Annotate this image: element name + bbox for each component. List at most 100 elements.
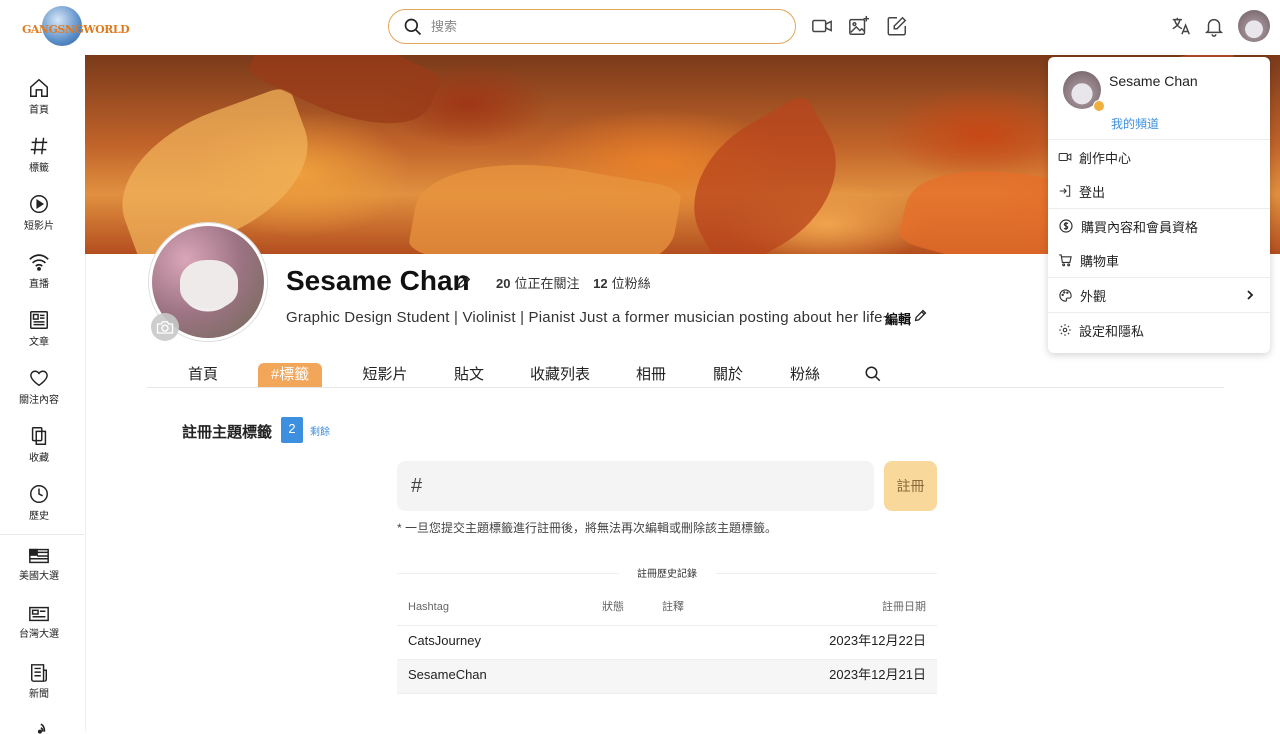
collection-icon (31, 427, 47, 445)
date-cell: 2023年12月21日 (829, 667, 926, 682)
register-hashtag-title: 註冊主題標籤 (182, 424, 273, 441)
column-header-note: 註釋 (662, 601, 684, 613)
tab-shorts[interactable]: 短影片 (353, 363, 417, 387)
compose-icon[interactable] (886, 15, 908, 37)
sidebar-item-label: 直播 (29, 279, 49, 290)
sidebar-item-label: 歷史 (29, 511, 49, 522)
sidebar-item-history[interactable]: 歷史 (0, 483, 78, 522)
search-bar[interactable] (388, 9, 796, 44)
sidebar-item-articles[interactable]: 文章 (0, 309, 78, 348)
tab-hashtags[interactable]: #標籤 (258, 363, 322, 387)
hashtag-input[interactable] (430, 477, 851, 495)
menu-divider (1048, 277, 1270, 278)
followers-label[interactable]: 位粉絲 (612, 276, 651, 291)
table-header-row: Hashtag 狀態 註釋 註冊日期 (397, 592, 937, 626)
top-bar: GANGSNGWORLD (0, 0, 1280, 55)
flag-icon (29, 548, 49, 564)
sidebar-item-label: 關注內容 (19, 395, 59, 406)
sidebar-item-podcast[interactable] (0, 720, 78, 734)
column-header-status: 狀態 (602, 601, 624, 613)
sidebar-item-tw-election[interactable]: 台灣大選 (0, 605, 78, 640)
my-channel-link[interactable]: 我的頻道 (1111, 115, 1159, 132)
tab-fans[interactable]: 粉絲 (781, 363, 829, 387)
hash-prefix: # (411, 474, 423, 497)
menu-item-creator-center[interactable]: 創作中心 (1058, 147, 1263, 167)
video-camera-icon[interactable] (811, 15, 833, 37)
menu-item-appearance[interactable]: 外觀 (1058, 285, 1263, 305)
broadcast-icon (37, 723, 46, 734)
sidebar: 首頁 標籤 短影片 直播 文章 關注內容 收藏 歷史 美國大選 台灣大選 新聞 (0, 55, 84, 734)
news-icon (31, 664, 47, 682)
wifi-icon (29, 254, 49, 271)
menu-item-logout[interactable]: 登出 (1058, 181, 1263, 201)
menu-divider (1048, 208, 1270, 209)
sidebar-item-us-election[interactable]: 美國大選 (0, 547, 78, 582)
translate-icon[interactable] (1170, 15, 1192, 37)
menu-user-name: Sesame Chan (1109, 73, 1198, 89)
hashtag-cell: SesameChan (408, 667, 487, 682)
sidebar-item-tags[interactable]: 標籤 (0, 135, 78, 174)
add-image-icon[interactable] (848, 15, 870, 37)
chevron-right-icon[interactable] (1245, 289, 1255, 301)
sidebar-item-label: 台灣大選 (19, 629, 59, 640)
sidebar-item-news[interactable]: 新聞 (0, 663, 78, 700)
banner-leaf (665, 93, 865, 254)
bell-icon[interactable] (1203, 15, 1225, 37)
following-count: 20 (496, 276, 511, 291)
following-label[interactable]: 位正在關注 (514, 276, 579, 291)
ballot-icon (29, 606, 49, 622)
search-icon (404, 18, 422, 35)
sidebar-divider (0, 534, 84, 535)
change-avatar-button[interactable] (151, 313, 179, 341)
sidebar-item-collections[interactable]: 收藏 (0, 425, 78, 464)
menu-item-label: 創作中心 (1079, 150, 1132, 166)
sidebar-item-label: 新聞 (29, 689, 49, 700)
sidebar-item-live[interactable]: 直播 (0, 251, 78, 290)
hashtag-input-box[interactable]: # (397, 461, 874, 511)
history-table: Hashtag 狀態 註釋 註冊日期 CatsJourney 2023年12月2… (397, 592, 937, 694)
column-header-hashtag: Hashtag (408, 601, 449, 613)
edit-bio-button[interactable]: 編輯 (885, 309, 911, 328)
follow-stats: 20 位正在關注 12 位粉絲 (496, 273, 651, 292)
table-row: SesameChan 2023年12月21日 (397, 660, 937, 694)
sidebar-item-label: 標籤 (29, 163, 49, 174)
user-avatar-button[interactable] (1238, 10, 1270, 42)
pencil-icon[interactable] (913, 308, 928, 323)
hashtag-cell: CatsJourney (408, 633, 481, 648)
dollar-circle-icon (1059, 219, 1073, 233)
menu-item-purchases[interactable]: 購買內容和會員資格 (1058, 216, 1263, 236)
menu-item-settings[interactable]: 設定和隱私 (1058, 320, 1263, 340)
membership-badge-icon (1093, 100, 1105, 112)
register-warning: * 一旦您提交主題標籤進行註冊後，將無法再次編輯或刪除該主題標籤。 (397, 521, 778, 535)
user-menu-dropdown: Sesame Chan 我的頻道 創作中心 登出 購買內容和會員資格 購物車 外… (1048, 57, 1270, 353)
sidebar-item-label: 文章 (29, 337, 49, 348)
search-icon[interactable] (864, 365, 882, 383)
tab-home[interactable]: 首頁 (177, 363, 229, 387)
profile-bio: Graphic Design Student | Violinist | Pia… (286, 309, 892, 326)
home-icon (30, 78, 48, 97)
menu-item-cart[interactable]: 購物車 (1058, 250, 1263, 270)
logout-icon (1059, 185, 1071, 197)
tab-collections[interactable]: 收藏列表 (525, 363, 595, 387)
tab-albums[interactable]: 相冊 (627, 363, 675, 387)
register-button[interactable]: 註冊 (884, 461, 937, 511)
sidebar-item-home[interactable]: 首頁 (0, 77, 78, 116)
play-circle-icon (30, 195, 48, 213)
menu-item-label: 購物車 (1080, 253, 1120, 269)
tab-about[interactable]: 關於 (704, 363, 752, 387)
profile-name: Sesame Chan (286, 265, 470, 296)
palette-icon (1059, 288, 1072, 302)
sidebar-item-shorts[interactable]: 短影片 (0, 193, 78, 232)
tab-posts[interactable]: 貼文 (445, 363, 493, 387)
table-row: CatsJourney 2023年12月22日 (397, 626, 937, 660)
site-logo[interactable]: GANGSNGWORLD (22, 6, 130, 48)
search-input[interactable] (431, 19, 771, 34)
logo-text: GANGSNGWORLD (22, 23, 130, 36)
menu-item-label: 購買內容和會員資格 (1081, 219, 1199, 235)
menu-item-label: 登出 (1079, 184, 1106, 200)
sidebar-item-following[interactable]: 關注內容 (0, 367, 78, 406)
followers-count: 12 (593, 276, 608, 291)
article-icon (30, 311, 48, 329)
menu-item-label: 外觀 (1080, 288, 1107, 304)
pencil-icon[interactable] (456, 274, 472, 290)
